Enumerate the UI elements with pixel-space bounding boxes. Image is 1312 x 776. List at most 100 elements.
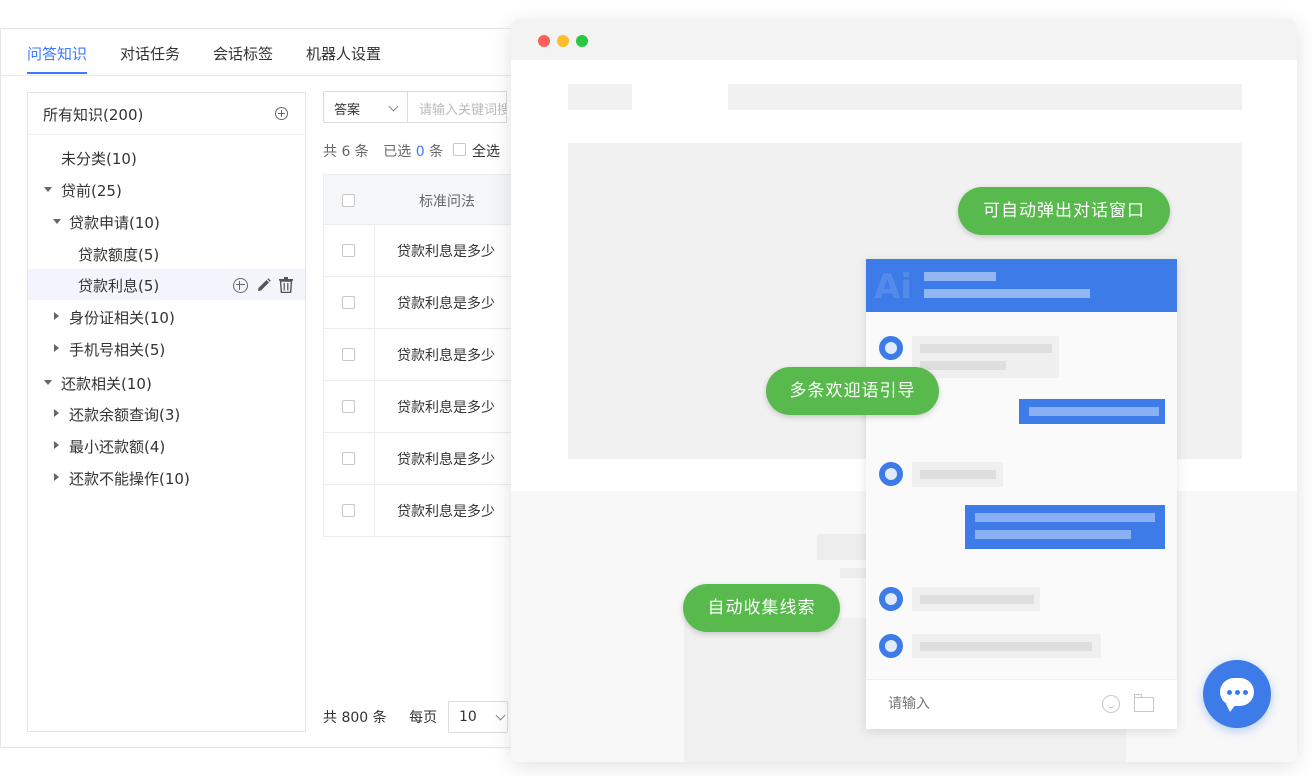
category-tree: 所有知识(200) 未分类(10) 贷前(25) 贷款申请(10) 贷款额度(5… bbox=[27, 92, 306, 732]
question-cell: 贷款利息是多少 bbox=[397, 296, 495, 312]
table-row[interactable]: 贷款利息是多少 bbox=[323, 225, 513, 277]
tree-item-loan-amount[interactable]: 贷款额度(5) bbox=[28, 238, 305, 269]
active-tab-indicator bbox=[27, 72, 87, 74]
tab-qa-knowledge[interactable]: 问答知识 bbox=[27, 43, 87, 64]
placeholder-bot-status bbox=[924, 289, 1090, 298]
per-page-label: 每页 bbox=[409, 710, 438, 726]
caret-right-icon[interactable] bbox=[54, 312, 59, 320]
header-checkbox[interactable] bbox=[342, 194, 355, 207]
total-count: 共 6 条 bbox=[323, 144, 369, 160]
chat-bubble-icon bbox=[1220, 678, 1254, 712]
chat-message-input[interactable] bbox=[888, 696, 1088, 712]
selection-summary: 共 6 条 已选 0 条 bbox=[323, 141, 443, 161]
add-category-icon[interactable] bbox=[275, 107, 288, 120]
caret-right-icon[interactable] bbox=[54, 344, 59, 352]
row-checkbox[interactable] bbox=[342, 244, 355, 257]
tree-item-phone[interactable]: 手机号相关(5) bbox=[28, 333, 305, 364]
bot-message bbox=[912, 336, 1059, 378]
column-header-standard-question: 标准问法 bbox=[419, 194, 475, 210]
caret-right-icon[interactable] bbox=[54, 441, 59, 449]
tree-root[interactable]: 所有知识(200) bbox=[28, 93, 305, 135]
website-preview-window: Ai 请输入 可自动弹出对话窗口 多条欢迎语引导 自动收集线索 bbox=[511, 20, 1297, 762]
tree-item-repayment[interactable]: 还款相关(10) bbox=[28, 367, 305, 398]
caret-right-icon[interactable] bbox=[54, 409, 59, 417]
tree-item-pre-loan[interactable]: 贷前(25) bbox=[28, 174, 305, 205]
tree-item-label: 未分类(10) bbox=[61, 150, 137, 168]
tree-root-label: 所有知识(200) bbox=[43, 106, 144, 124]
user-message bbox=[965, 505, 1165, 549]
selected-prefix: 已选 bbox=[383, 144, 412, 160]
caret-down-icon[interactable] bbox=[44, 187, 52, 192]
chat-launcher-button[interactable] bbox=[1203, 660, 1271, 728]
user-message bbox=[1019, 399, 1165, 424]
tree-item-min-repayment[interactable]: 最小还款额(4) bbox=[28, 430, 305, 461]
bot-message bbox=[912, 587, 1040, 611]
tree-item-label: 还款相关(10) bbox=[61, 375, 152, 393]
row-checkbox[interactable] bbox=[342, 400, 355, 413]
folder-icon[interactable] bbox=[1134, 694, 1154, 712]
trash-icon[interactable] bbox=[279, 277, 293, 297]
window-titlebar bbox=[511, 20, 1297, 60]
pagination: 共 800 条 每页 bbox=[323, 707, 437, 727]
table-row[interactable]: 贷款利息是多少 bbox=[323, 485, 513, 537]
tree-item-label: 贷款利息(5) bbox=[78, 277, 160, 295]
chevron-down-icon bbox=[388, 101, 399, 112]
tree-item-label: 手机号相关(5) bbox=[69, 341, 166, 359]
tree-item-label: 贷款额度(5) bbox=[78, 246, 160, 264]
feature-pill-welcome-guide: 多条欢迎语引导 bbox=[766, 367, 939, 415]
feature-pill-lead-collection: 自动收集线索 bbox=[683, 584, 840, 632]
select-all-checkbox[interactable] bbox=[453, 143, 466, 156]
bot-message bbox=[912, 634, 1101, 658]
table-row[interactable]: 贷款利息是多少 bbox=[323, 433, 513, 485]
row-checkbox[interactable] bbox=[342, 296, 355, 309]
tab-bar: 问答知识 对话任务 会话标签 机器人设置 bbox=[1, 29, 519, 76]
close-window-icon[interactable] bbox=[538, 35, 550, 47]
table-row[interactable]: 贷款利息是多少 bbox=[323, 381, 513, 433]
knowledge-admin-panel: 问答知识 对话任务 会话标签 机器人设置 所有知识(200) 未分类(10) 贷… bbox=[0, 28, 520, 748]
selected-suffix: 条 bbox=[429, 144, 444, 160]
table-row[interactable]: 贷款利息是多少 bbox=[323, 329, 513, 381]
question-cell: 贷款利息是多少 bbox=[397, 348, 495, 364]
keyword-search-input[interactable]: 请输入关键词搜 bbox=[407, 91, 507, 123]
search-field-value: 答案 bbox=[334, 103, 361, 118]
table-row[interactable]: 贷款利息是多少 bbox=[323, 277, 513, 329]
tab-dialog-tasks[interactable]: 对话任务 bbox=[120, 43, 180, 64]
maximize-window-icon[interactable] bbox=[576, 35, 588, 47]
tree-item-loan-interest[interactable]: 贷款利息(5) bbox=[28, 269, 305, 300]
bot-avatar-icon bbox=[879, 462, 903, 486]
question-cell: 贷款利息是多少 bbox=[397, 244, 495, 260]
tree-item-balance-query[interactable]: 还款余额查询(3) bbox=[28, 398, 305, 429]
edit-icon[interactable] bbox=[256, 277, 272, 297]
placeholder-nav bbox=[728, 84, 1242, 110]
chat-widget: Ai bbox=[866, 259, 1177, 729]
tree-item-label: 身份证相关(10) bbox=[69, 309, 175, 327]
chat-input-bar bbox=[866, 679, 1177, 729]
add-subcategory-icon[interactable] bbox=[233, 278, 248, 293]
tree-item-label: 贷款申请(10) bbox=[69, 214, 160, 232]
row-checkbox[interactable] bbox=[342, 504, 355, 517]
tree-item-uncategorized[interactable]: 未分类(10) bbox=[28, 142, 305, 173]
row-checkbox[interactable] bbox=[342, 452, 355, 465]
question-cell: 贷款利息是多少 bbox=[397, 400, 495, 416]
minimize-window-icon[interactable] bbox=[557, 35, 569, 47]
caret-right-icon[interactable] bbox=[54, 473, 59, 481]
tree-item-id-card[interactable]: 身份证相关(10) bbox=[28, 301, 305, 332]
tree-item-label: 最小还款额(4) bbox=[69, 438, 166, 456]
row-checkbox[interactable] bbox=[342, 348, 355, 361]
select-all-label[interactable]: 全选 bbox=[472, 141, 500, 161]
per-page-select[interactable]: 10 bbox=[448, 701, 508, 733]
caret-down-icon[interactable] bbox=[44, 380, 52, 385]
chat-header: Ai bbox=[866, 259, 1177, 312]
per-page-value: 10 bbox=[459, 709, 477, 725]
chevron-down-icon bbox=[495, 710, 506, 721]
placeholder-logo bbox=[568, 84, 632, 110]
tab-session-tags[interactable]: 会话标签 bbox=[213, 43, 273, 64]
search-field-select[interactable]: 答案 bbox=[323, 91, 408, 123]
tree-item-repay-failure[interactable]: 还款不能操作(10) bbox=[28, 462, 305, 493]
caret-down-icon[interactable] bbox=[53, 219, 61, 224]
tab-bot-settings[interactable]: 机器人设置 bbox=[306, 43, 381, 64]
tree-item-loan-application[interactable]: 贷款申请(10) bbox=[28, 206, 305, 237]
bot-avatar-icon bbox=[879, 336, 903, 360]
emoji-icon[interactable] bbox=[1102, 695, 1120, 713]
tree-item-label: 还款余额查询(3) bbox=[69, 406, 181, 424]
